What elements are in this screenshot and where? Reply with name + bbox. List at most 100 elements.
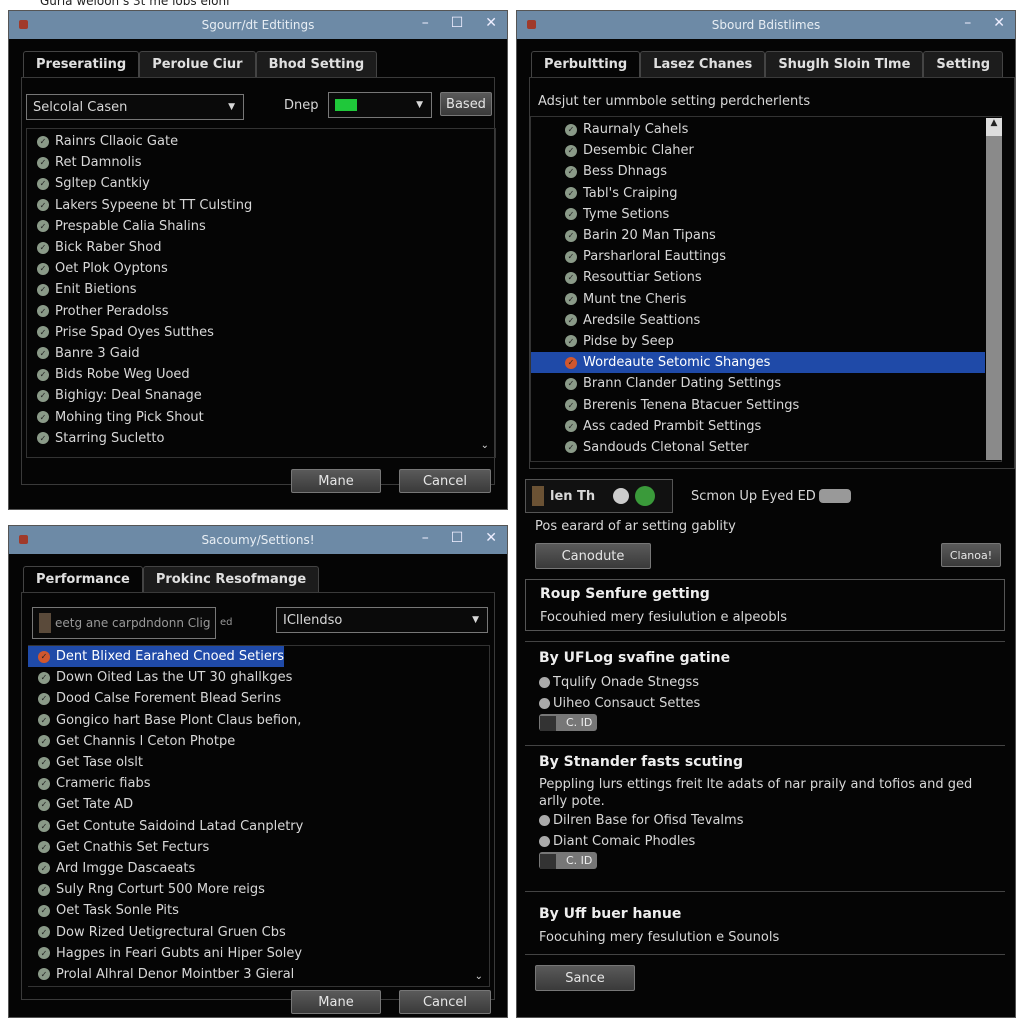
list-item[interactable]: ✓ Pidse by Seep [531, 331, 985, 352]
list-item[interactable]: ✓ Down Oited Las the UT 30 ghallkges [28, 667, 489, 688]
canodute-button[interactable]: Canodute [535, 543, 651, 569]
check-icon: ✓ [37, 389, 49, 402]
list-item[interactable]: ✓ Rainrs Cllaoic Gate [27, 131, 495, 152]
list-item[interactable]: ✓ Barin 20 Man Tipans [531, 225, 985, 246]
list-item[interactable]: ✓ Oet Plok Oyptons [27, 258, 495, 279]
clanoa-button[interactable]: Clanoa! [941, 543, 1001, 567]
list-item[interactable]: ✓ Wordeaute Setomic Shanges [531, 352, 985, 374]
list-item[interactable]: ✓ Dent Blixed Earahed Cnoed Setiers [28, 646, 284, 668]
list-item[interactable]: ✓ Parsharloral Eauttings [531, 246, 985, 267]
list-item[interactable]: ✓ Munt tne Cheris [531, 289, 985, 310]
tab[interactable]: Prokinc Resofmange [142, 566, 320, 592]
list-item[interactable]: ✓ Get Tate AD [28, 794, 489, 815]
option[interactable]: Dilren Base for Ofisd Tevalms [539, 810, 1005, 831]
cancel-button[interactable]: Cancel [399, 990, 491, 1014]
list-item[interactable]: ✓ Gongico hart Base Plont Claus befion, [28, 710, 489, 731]
ok-button[interactable]: Mane [291, 990, 381, 1014]
minimize-icon[interactable]: – [422, 530, 429, 546]
list-item[interactable]: ✓ Get Cnathis Set Fecturs [28, 837, 489, 858]
list-item[interactable]: ✓ Ass caded Prambit Settings [531, 416, 985, 437]
tab[interactable]: Setting [923, 51, 1004, 77]
list-item[interactable]: ✓ Prespable Calia Shalins [27, 216, 495, 237]
list-item[interactable]: ✓ Prise Spad Oyes Sutthes [27, 322, 495, 343]
maximize-icon[interactable]: ☐ [451, 15, 464, 31]
tab[interactable]: Perbultting [531, 51, 641, 77]
minimize-icon[interactable]: – [964, 15, 971, 31]
list-item[interactable]: ✓ Dood Calse Forement Blead Serins [28, 688, 489, 709]
list-item[interactable]: ✓ Get Tase olslt [28, 752, 489, 773]
item-label: Brerenis Tenena Btacuer Settings [583, 397, 800, 413]
list-item[interactable]: ✓ Lakers Sypeene bt TT Culsting [27, 195, 495, 216]
option[interactable]: Uiheo Consauct Settes [539, 693, 1005, 714]
list-item[interactable]: ✓ Banre 3 Gaid [27, 343, 495, 364]
list-item[interactable]: ✓ Sgltep Cantkiy [27, 173, 495, 194]
tab[interactable]: Bhod Setting [255, 51, 378, 77]
list-item[interactable]: ✓ Bess Dhnags [531, 161, 985, 182]
tab[interactable]: Preseratiing [23, 51, 140, 77]
list-item[interactable]: ✓ Tyme Setions [531, 204, 985, 225]
list-item[interactable]: ✓ Prother Peradolss [27, 301, 495, 322]
list-item[interactable]: ✓ Raurnaly Cahels [531, 119, 985, 140]
list-item[interactable]: ✓ Bighigy: Deal Snanage [27, 385, 495, 406]
list-item[interactable]: ✓ Get Channis l Ceton Photpe [28, 731, 489, 752]
title-bar: Sacoumy/Settions! – ☐ ✕ [9, 526, 507, 554]
scrollbar[interactable]: ▲ [986, 118, 1002, 460]
radio-icon [539, 677, 550, 688]
search-input[interactable]: eetg ane carpdndonn Clig [32, 607, 216, 639]
check-icon: ✓ [37, 347, 49, 360]
toggle-switch[interactable] [819, 489, 851, 503]
list-item[interactable]: ✓ Dow Rized Uetigrectural Gruen Cbs [28, 921, 489, 942]
list-item[interactable]: ✓ Aredsile Seattions [531, 310, 985, 331]
list-item[interactable]: ✓ Resouttiar Setions [531, 267, 985, 288]
list-item[interactable]: ✓ Brann Clander Dating Settings [531, 373, 985, 394]
list-item[interactable]: ✓ Desembic Claher [531, 140, 985, 161]
list-item[interactable]: ✓ Prolal Alhral Denor Mointber 3 Gieral [28, 964, 489, 985]
list-item[interactable]: ✓ Sandouds Cletonal Setter [531, 437, 985, 458]
close-icon[interactable]: ✕ [485, 530, 497, 546]
tab[interactable]: Shuglh Sloin Tlme [765, 51, 924, 77]
toggle[interactable]: C. ID [539, 714, 597, 731]
list-item[interactable]: ✓ Suly Rng Corturt 500 More reigs [28, 879, 489, 900]
scroll-down-icon[interactable]: ⌄ [481, 440, 489, 451]
close-icon[interactable]: ✕ [993, 15, 1005, 31]
scroll-up-icon[interactable]: ▲ [986, 118, 1002, 136]
list-item[interactable]: ✓ Brerenis Tenena Btacuer Settings [531, 394, 985, 415]
cancel-button[interactable]: Cancel [399, 469, 491, 493]
minimize-icon[interactable]: – [422, 15, 429, 31]
list-item[interactable]: ✓ Bids Robe Weg Uoed [27, 364, 495, 385]
tab[interactable]: Lasez Chanes [640, 51, 766, 77]
section-title: By UFLog svafine gatine [539, 650, 731, 666]
maximize-icon[interactable]: ☐ [451, 530, 464, 546]
tab[interactable]: Performance [23, 566, 143, 592]
based-button[interactable]: Based [440, 92, 492, 116]
list-item[interactable]: ✓ Crameric fiabs [28, 773, 489, 794]
color-dropdown[interactable]: ▼ [328, 92, 432, 118]
title-bar: Sgourr/dt Edtitings – ☐ ✕ [9, 11, 507, 39]
list-item[interactable]: ✓ Oet Task Sonle Pits [28, 900, 489, 921]
list-item[interactable]: ✓ Hagpes in Feari Gubts ani Hiper Soley [28, 943, 489, 964]
check-icon: ✓ [37, 262, 49, 275]
option[interactable]: Diant Comaic Phodles [539, 831, 1005, 852]
list-item[interactable]: ✓ Bick Raber Shod [27, 237, 495, 258]
check-icon: ✓ [38, 777, 50, 790]
tab[interactable]: Perolue Ciur [139, 51, 256, 77]
list-item[interactable]: ✓ Enit Bietions [27, 279, 495, 300]
check-icon: ✓ [38, 714, 50, 727]
list-item[interactable]: ✓ Tabl's Craiping [531, 183, 985, 204]
category-select[interactable]: Selcolal Casen ▼ [26, 94, 244, 120]
scroll-down-icon[interactable]: ⌄ [475, 971, 483, 982]
check-icon: ✓ [38, 756, 50, 769]
list-item[interactable]: ✓ Ard Imgge Dascaeats [28, 858, 489, 879]
toggle[interactable]: C. ID [539, 852, 597, 869]
list-item[interactable]: ✓ Ret Damnolis [27, 152, 495, 173]
ok-button[interactable]: Mane [291, 469, 381, 493]
list-item[interactable]: ✓ Starring Sucletto [27, 428, 495, 449]
close-icon[interactable]: ✕ [485, 15, 497, 31]
chip[interactable]: len Th [525, 479, 673, 513]
filter-select[interactable]: ICllendso ▼ [276, 607, 488, 633]
list-item[interactable]: ✓ Get Contute Saidoind Latad Canpletry [28, 816, 489, 837]
list-item[interactable]: ✓ Mohing ting Pick Shout [27, 406, 495, 427]
save-button[interactable]: Sance [535, 965, 635, 991]
item-label: Hagpes in Feari Gubts ani Hiper Soley [56, 945, 303, 961]
option[interactable]: Tqulify Onade Stnegss [539, 672, 1005, 693]
